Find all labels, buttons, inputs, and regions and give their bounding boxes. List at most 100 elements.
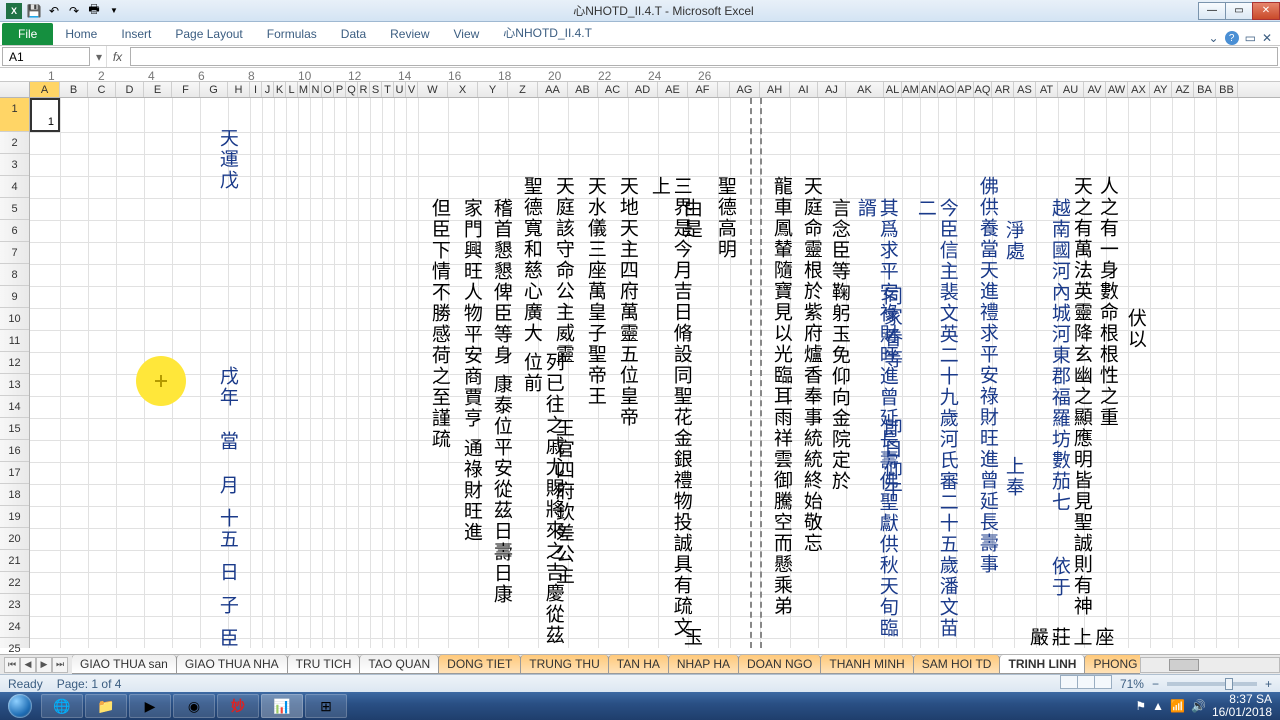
- col-header-P[interactable]: P: [334, 82, 346, 97]
- col-header-D[interactable]: D: [116, 82, 144, 97]
- sheet-tab-giao-thua-nha[interactable]: GIAO THUA NHA: [176, 655, 288, 674]
- help-icon[interactable]: ?: [1225, 31, 1239, 45]
- col-header-X[interactable]: X: [448, 82, 478, 97]
- qat-dropdown-icon[interactable]: ▼: [106, 3, 122, 19]
- taskbar-app1[interactable]: 妙: [217, 694, 259, 718]
- col-header-AW[interactable]: AW: [1106, 82, 1128, 97]
- minimize-button[interactable]: —: [1198, 2, 1226, 20]
- col-header-AU[interactable]: AU: [1058, 82, 1084, 97]
- col-header-S[interactable]: S: [370, 82, 382, 97]
- col-header-C[interactable]: C: [88, 82, 116, 97]
- row-header-16[interactable]: 16: [0, 440, 29, 462]
- row-header-9[interactable]: 9: [0, 286, 29, 308]
- sheet-tab-tao-quan[interactable]: TAO QUAN: [359, 655, 439, 674]
- col-header-G[interactable]: G: [200, 82, 228, 97]
- sheet-tab-thanh-minh[interactable]: THANH MINH: [820, 655, 913, 674]
- row-header-2[interactable]: 2: [0, 132, 29, 154]
- col-header-[interactable]: [718, 82, 730, 97]
- col-header-Z[interactable]: Z: [508, 82, 538, 97]
- file-tab[interactable]: File: [2, 23, 53, 45]
- col-header-BB[interactable]: BB: [1216, 82, 1238, 97]
- col-header-AX[interactable]: AX: [1128, 82, 1150, 97]
- row-header-6[interactable]: 6: [0, 220, 29, 242]
- col-header-AH[interactable]: AH: [760, 82, 790, 97]
- formula-input[interactable]: [130, 47, 1278, 66]
- window-restore-icon[interactable]: ▭: [1245, 31, 1256, 45]
- tab-page-layout[interactable]: Page Layout: [163, 23, 254, 45]
- taskbar-media[interactable]: ▶: [129, 694, 171, 718]
- col-header-AB[interactable]: AB: [568, 82, 598, 97]
- col-header-AY[interactable]: AY: [1150, 82, 1172, 97]
- tab-last-icon[interactable]: ⏭: [52, 657, 68, 673]
- col-header-M[interactable]: M: [298, 82, 310, 97]
- zoom-out-icon[interactable]: −: [1152, 677, 1159, 691]
- row-header-10[interactable]: 10: [0, 308, 29, 330]
- col-header-B[interactable]: B: [60, 82, 88, 97]
- sheet-tab-trung-thu[interactable]: TRUNG THU: [520, 655, 608, 674]
- row-header-24[interactable]: 24: [0, 616, 29, 638]
- sheet-tab-tan-ha[interactable]: TAN HA: [608, 655, 669, 674]
- col-header-L[interactable]: L: [286, 82, 298, 97]
- sheet-tab-tru-tich[interactable]: TRU TICH: [287, 655, 361, 674]
- tray-up-icon[interactable]: ▲: [1152, 699, 1164, 713]
- col-header-AG[interactable]: AG: [730, 82, 760, 97]
- name-box[interactable]: A1: [2, 47, 90, 66]
- start-button[interactable]: [0, 692, 40, 720]
- row-header-3[interactable]: 3: [0, 154, 29, 176]
- col-header-AL[interactable]: AL: [884, 82, 902, 97]
- tab-view[interactable]: View: [442, 23, 492, 45]
- cell-edit-input[interactable]: [36, 116, 54, 128]
- fx-label[interactable]: fx: [106, 46, 128, 67]
- col-header-AP[interactable]: AP: [956, 82, 974, 97]
- window-close-icon[interactable]: ✕: [1262, 31, 1272, 45]
- sheet-tab-doan-ngo[interactable]: DOAN NGO: [738, 655, 821, 674]
- col-header-AC[interactable]: AC: [598, 82, 628, 97]
- col-header-AV[interactable]: AV: [1084, 82, 1106, 97]
- col-header-N[interactable]: N: [310, 82, 322, 97]
- sheet-tab-dong-tiet[interactable]: DONG TIET: [438, 655, 521, 674]
- col-header-AE[interactable]: AE: [658, 82, 688, 97]
- tab-insert[interactable]: Insert: [109, 23, 163, 45]
- taskbar-ie[interactable]: 🌐: [41, 694, 83, 718]
- col-header-R[interactable]: R: [358, 82, 370, 97]
- col-header-F[interactable]: F: [172, 82, 200, 97]
- col-header-AF[interactable]: AF: [688, 82, 718, 97]
- view-mode-buttons[interactable]: [1061, 675, 1112, 692]
- col-header-AN[interactable]: AN: [920, 82, 938, 97]
- col-header-I[interactable]: I: [250, 82, 262, 97]
- col-header-K[interactable]: K: [274, 82, 286, 97]
- row-header-7[interactable]: 7: [0, 242, 29, 264]
- col-header-AT[interactable]: AT: [1036, 82, 1058, 97]
- tray-volume-icon[interactable]: 🔊: [1191, 699, 1206, 713]
- col-header-AO[interactable]: AO: [938, 82, 956, 97]
- row-header-17[interactable]: 17: [0, 462, 29, 484]
- undo-icon[interactable]: ↶: [46, 3, 62, 19]
- tab-nav-buttons[interactable]: ⏮ ◀ ▶ ⏭: [0, 657, 72, 673]
- tray-network-icon[interactable]: 📶: [1170, 699, 1185, 713]
- tab-next-icon[interactable]: ▶: [36, 657, 52, 673]
- col-header-Y[interactable]: Y: [478, 82, 508, 97]
- row-header-4[interactable]: 4: [0, 176, 29, 198]
- col-header-E[interactable]: E: [144, 82, 172, 97]
- col-header-BA[interactable]: BA: [1194, 82, 1216, 97]
- row-header-13[interactable]: 13: [0, 374, 29, 396]
- col-header-AD[interactable]: AD: [628, 82, 658, 97]
- active-cell-A1[interactable]: [30, 98, 60, 132]
- row-header-19[interactable]: 19: [0, 506, 29, 528]
- taskbar-app2[interactable]: ⊞: [305, 694, 347, 718]
- row-header-23[interactable]: 23: [0, 594, 29, 616]
- row-header-20[interactable]: 20: [0, 528, 29, 550]
- col-header-U[interactable]: U: [394, 82, 406, 97]
- sheet-tab-nhap-ha[interactable]: NHAP HA: [668, 655, 739, 674]
- sheet-tab-phong-sin[interactable]: PHONG SIN: [1084, 655, 1140, 674]
- row-header-21[interactable]: 21: [0, 550, 29, 572]
- row-header-15[interactable]: 15: [0, 418, 29, 440]
- select-all-corner[interactable]: [0, 82, 30, 97]
- zoom-slider[interactable]: [1167, 682, 1257, 686]
- row-header-12[interactable]: 12: [0, 352, 29, 374]
- taskbar-chrome[interactable]: ◉: [173, 694, 215, 718]
- col-header-AK[interactable]: AK: [846, 82, 884, 97]
- taskbar-excel[interactable]: 📊: [261, 694, 303, 718]
- zoom-in-icon[interactable]: +: [1265, 677, 1272, 691]
- tray-clock[interactable]: 8:37 SA 16/01/2018: [1212, 693, 1272, 719]
